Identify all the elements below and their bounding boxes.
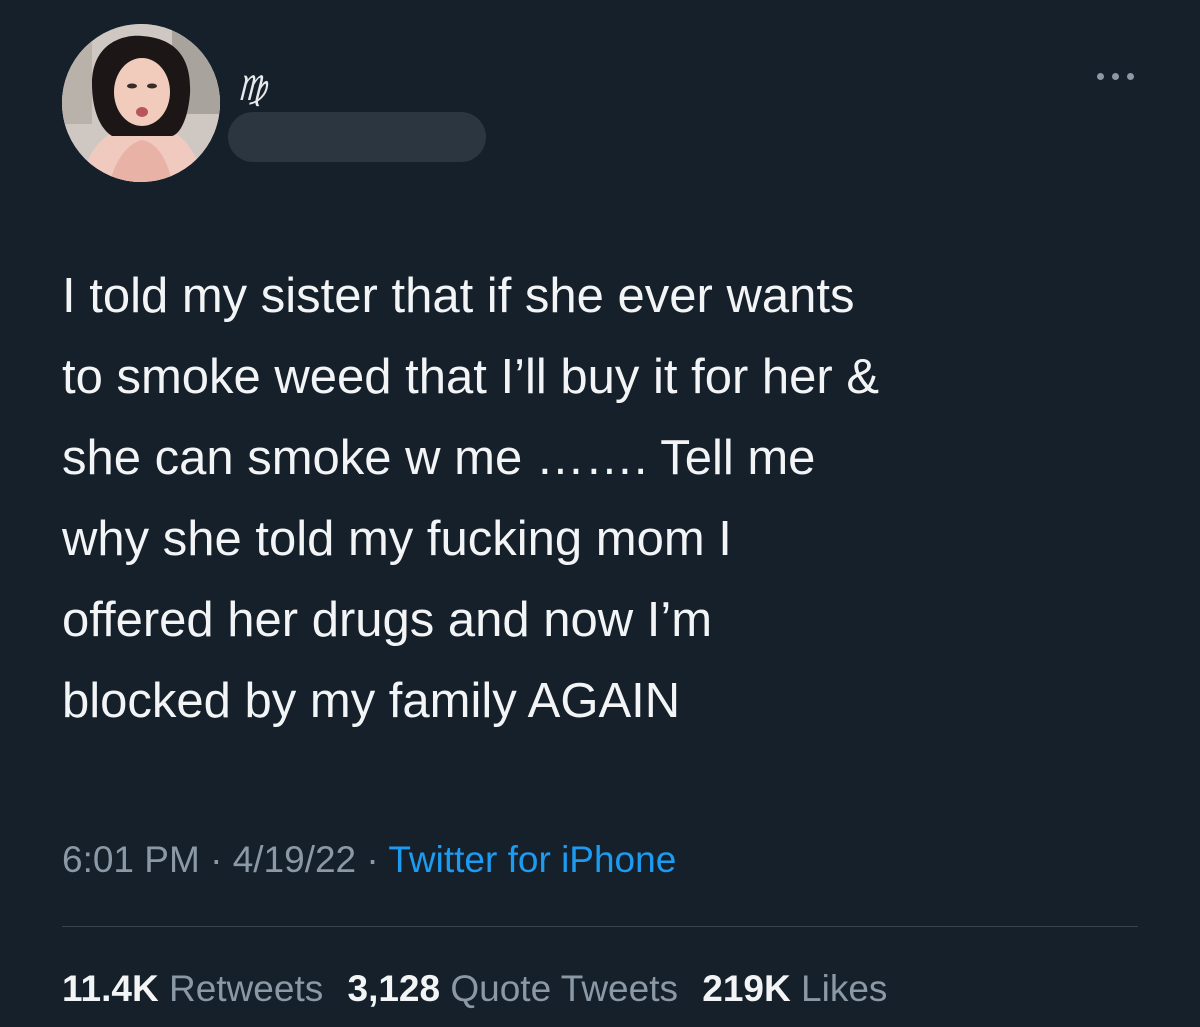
tweet-stats: 11.4K Retweets 3,128 Quote Tweets 219K L… [62,966,901,1012]
quote-tweets-label: Quote Tweets [450,968,678,1009]
retweets-stat[interactable]: 11.4K Retweets [62,968,334,1009]
profile-photo-icon [62,24,220,182]
redacted-handle [228,112,486,162]
meta-separator: · [210,839,223,880]
tweet-source-link[interactable]: Twitter for iPhone [388,839,676,880]
likes-label: Likes [801,968,888,1009]
quote-tweets-count: 3,128 [347,968,441,1009]
tweet-date[interactable]: 4/19/22 [233,839,356,880]
likes-count: 219K [702,968,791,1009]
meta-separator: · [366,839,379,880]
avatar[interactable] [62,24,220,182]
likes-stat[interactable]: 219K Likes [702,968,887,1009]
more-options-icon[interactable] [1080,56,1150,96]
tweet-time[interactable]: 6:01 PM [62,839,200,880]
quote-tweets-stat[interactable]: 3,128 Quote Tweets [348,968,689,1009]
display-name[interactable]: ♍︎ [236,72,266,106]
retweets-count: 11.4K [62,968,159,1009]
retweets-label: Retweets [168,968,324,1009]
divider [62,926,1138,927]
tweet-meta: 6:01 PM · 4/19/22 · Twitter for iPhone [62,838,676,882]
tweet-text: I told my sister that if she ever wants … [62,269,880,728]
